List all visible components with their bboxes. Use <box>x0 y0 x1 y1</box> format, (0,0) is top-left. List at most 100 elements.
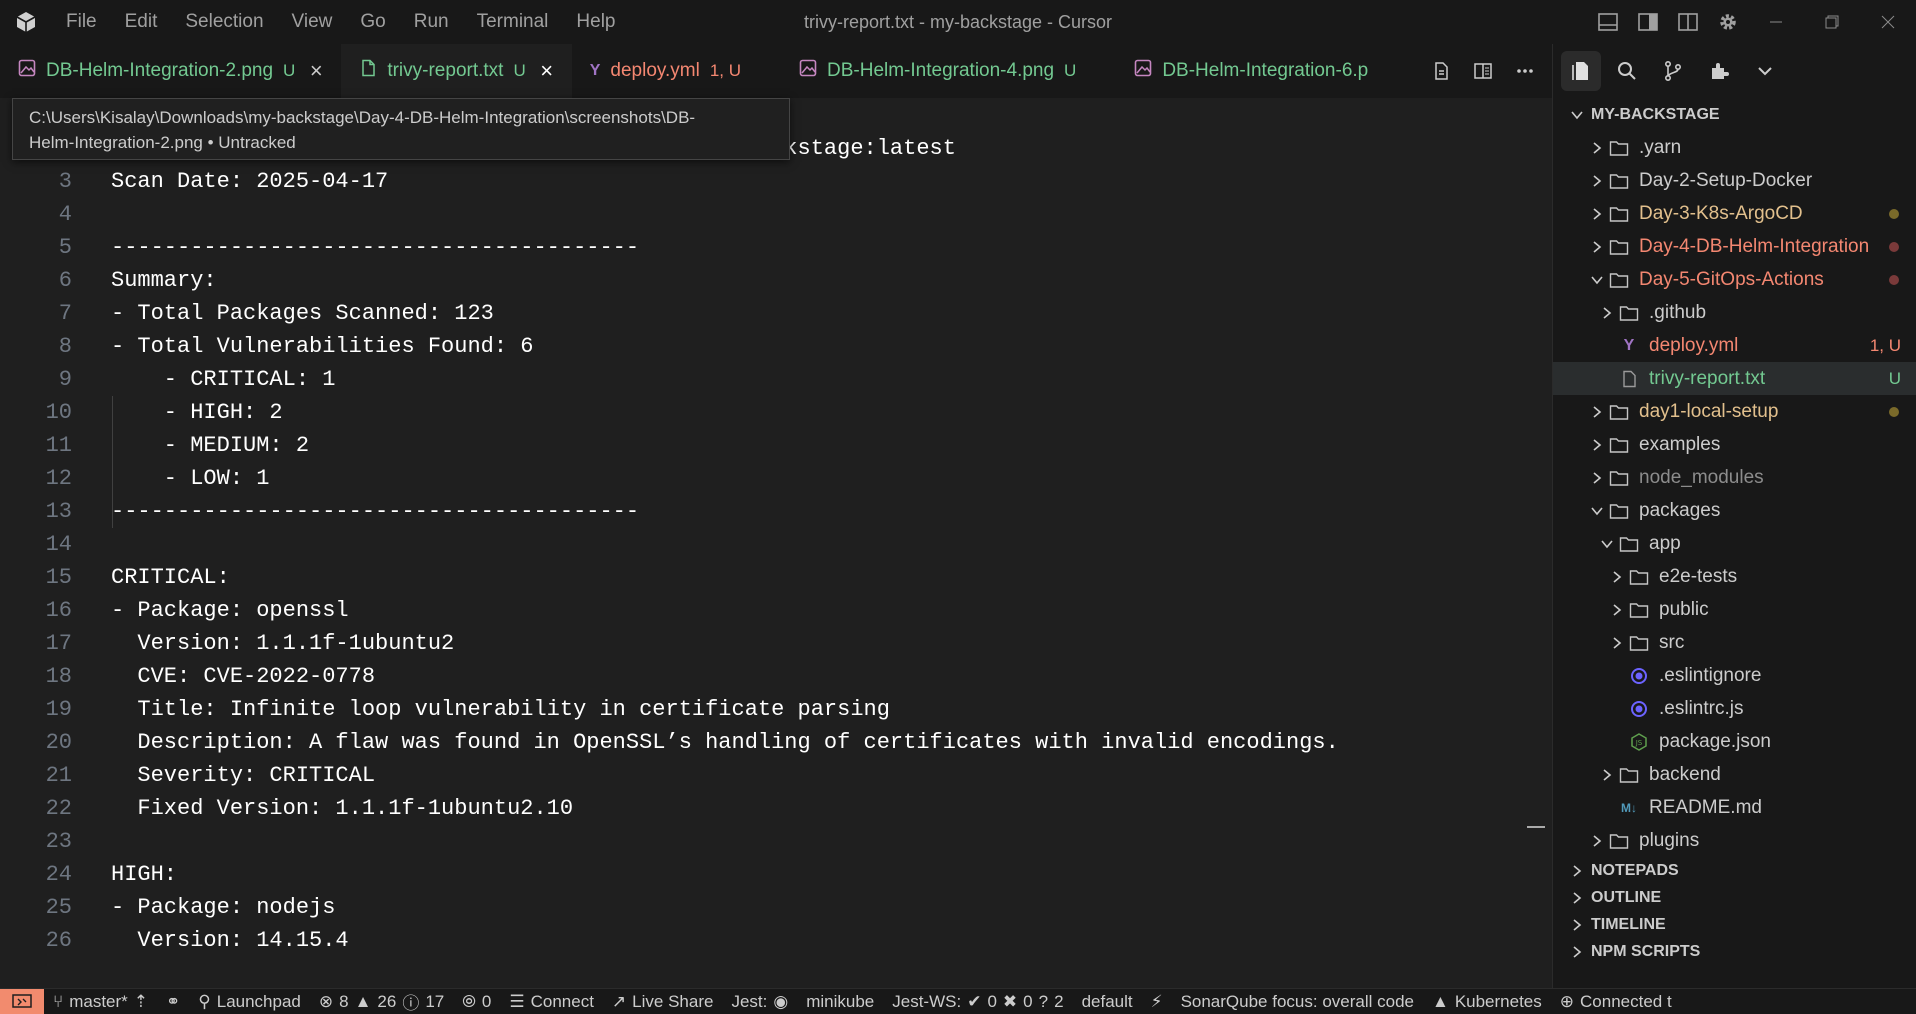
tree-folder[interactable]: src <box>1553 626 1916 659</box>
code-line[interactable]: 17 Version: 1.1.1f-1ubuntu2 <box>0 627 1552 660</box>
tree-file[interactable]: trivy-report.txt U <box>1553 362 1916 395</box>
bolt-status[interactable]: ⚡ <box>1142 989 1172 1014</box>
code-line[interactable]: 24 HIGH: <box>0 858 1552 891</box>
menu-selection[interactable]: Selection <box>171 0 277 44</box>
code-line[interactable]: 25 - Package: nodejs <box>0 891 1552 924</box>
code-line[interactable]: 7 - Total Packages Scanned: 123 <box>0 297 1552 330</box>
tree-folder[interactable]: Day-2-Setup-Docker <box>1553 164 1916 197</box>
code-line[interactable]: 19 Title: Infinite loop vulnerability in… <box>0 693 1552 726</box>
code-line[interactable]: 15 CRITICAL: <box>0 561 1552 594</box>
menu-view[interactable]: View <box>278 0 347 44</box>
sonarqube-status[interactable]: SonarQube focus: overall code <box>1172 989 1423 1014</box>
code-line[interactable]: 18 CVE: CVE-2022-0778 <box>0 660 1552 693</box>
branch-status[interactable]: ⑂ master* ⇡ <box>44 989 157 1014</box>
editor-area[interactable]: 2Trivy Vulnerability Report for Image: b… <box>0 98 1552 988</box>
tree-folder[interactable]: day1-local-setup <box>1553 395 1916 428</box>
menu-terminal[interactable]: Terminal <box>463 0 563 44</box>
code-line[interactable]: 11 - MEDIUM: 2 <box>0 429 1552 462</box>
git-graph-status[interactable]: ⚭ <box>157 989 189 1014</box>
tree-folder[interactable]: plugins <box>1553 824 1916 857</box>
menu-go[interactable]: Go <box>346 0 399 44</box>
code-line[interactable]: 3 Scan Date: 2025-04-17 <box>0 165 1552 198</box>
code-line[interactable]: 22 Fixed Version: 1.1.1f-1ubuntu2.10 <box>0 792 1552 825</box>
tree-folder[interactable]: app <box>1553 527 1916 560</box>
line-number: 24 <box>45 862 72 887</box>
sidebar-section-timeline[interactable]: TIMELINE <box>1553 911 1916 938</box>
extensions-icon[interactable] <box>1699 51 1739 91</box>
code-line[interactable]: 10 - HIGH: 2 <box>0 396 1552 429</box>
tree-folder[interactable]: backend <box>1553 758 1916 791</box>
kubernetes-status[interactable]: ▲ Kubernetes <box>1423 989 1551 1014</box>
tab-trivy-report[interactable]: trivy-report.txt U × <box>341 44 572 98</box>
split-editor-icon[interactable] <box>1464 52 1502 90</box>
toggle-panel-left-icon[interactable] <box>1588 0 1628 44</box>
minikube-status[interactable]: minikube <box>797 989 883 1014</box>
tree-folder[interactable]: e2e-tests <box>1553 560 1916 593</box>
minimize-icon[interactable] <box>1748 0 1804 44</box>
sidebar-section-outline[interactable]: OUTLINE <box>1553 884 1916 911</box>
code-line[interactable]: 6 Summary: <box>0 264 1552 297</box>
explorer-root-header[interactable]: MY-BACKSTAGE <box>1553 98 1916 131</box>
jest-ws-status[interactable]: Jest-WS: ✔ 0 ✖ 0 ? 2 <box>883 989 1072 1014</box>
close-window-icon[interactable] <box>1860 0 1916 44</box>
code-line[interactable]: 13 --------------------------------------… <box>0 495 1552 528</box>
code-line[interactable]: 21 Severity: CRITICAL <box>0 759 1552 792</box>
more-actions-icon[interactable] <box>1506 52 1544 90</box>
sidebar-section-notepads[interactable]: NOTEPADS <box>1553 857 1916 884</box>
open-changes-icon[interactable] <box>1422 52 1460 90</box>
launchpad-status[interactable]: ⚲ Launchpad <box>189 989 310 1014</box>
tree-file[interactable]: .eslintignore <box>1553 659 1916 692</box>
menu-file[interactable]: File <box>52 0 111 44</box>
code-line[interactable]: 5 ---------------------------------------… <box>0 231 1552 264</box>
ports-status[interactable]: ⦾ 0 <box>453 989 500 1014</box>
search-icon[interactable] <box>1607 51 1647 91</box>
tab-db-helm-integration-2[interactable]: DB-Helm-Integration-2.png U × <box>0 44 341 98</box>
code-line[interactable]: 12 - LOW: 1 <box>0 462 1552 495</box>
tab-db-helm-integration-6[interactable]: DB-Helm-Integration-6.p <box>1116 44 1382 98</box>
tree-file[interactable]: M↓ README.md <box>1553 791 1916 824</box>
code-line[interactable]: 23 <box>0 825 1552 858</box>
code-line[interactable]: 9 - CRITICAL: 1 <box>0 363 1552 396</box>
live-share-status[interactable]: ↗ Live Share <box>603 989 723 1014</box>
tree-folder[interactable]: .github <box>1553 296 1916 329</box>
code-line[interactable]: 26 Version: 14.15.4 <box>0 924 1552 957</box>
sidebar-section-npm-scripts[interactable]: NPM SCRIPTS <box>1553 938 1916 965</box>
chevron-down-icon[interactable] <box>1745 51 1785 91</box>
toggle-secondary-sidebar-icon[interactable] <box>1668 0 1708 44</box>
tree-folder[interactable]: Day-5-GitOps-Actions <box>1553 263 1916 296</box>
tree-folder[interactable]: packages <box>1553 494 1916 527</box>
toggle-sidebar-icon[interactable] <box>1628 0 1668 44</box>
tree-folder[interactable]: Day-4-DB-Helm-Integration <box>1553 230 1916 263</box>
tree-folder[interactable]: public <box>1553 593 1916 626</box>
tree-file[interactable]: Ydeploy.yml 1, U <box>1553 329 1916 362</box>
menu-run[interactable]: Run <box>400 0 463 44</box>
settings-gear-icon[interactable] <box>1708 0 1748 44</box>
tab-deploy-yml[interactable]: Y deploy.yml 1, U <box>572 44 781 98</box>
code-line[interactable]: 8 - Total Vulnerabilities Found: 6 <box>0 330 1552 363</box>
close-icon[interactable]: × <box>536 58 558 83</box>
jest-status[interactable]: Jest: ◉ <box>722 989 797 1014</box>
tree-folder[interactable]: Day-3-K8s-ArgoCD <box>1553 197 1916 230</box>
connect-status[interactable]: ☰ Connect <box>500 989 603 1014</box>
tab-db-helm-integration-4[interactable]: DB-Helm-Integration-4.png U <box>781 44 1116 98</box>
close-icon[interactable]: × <box>305 58 327 83</box>
restore-icon[interactable] <box>1804 0 1860 44</box>
problems-status[interactable]: ⊗ 8 ▲ 26 ⓘ 17 <box>310 989 453 1014</box>
menu-help[interactable]: Help <box>562 0 629 44</box>
code-line[interactable]: 16 - Package: openssl <box>0 594 1552 627</box>
tree-file[interactable]: .eslintrc.js <box>1553 692 1916 725</box>
cursor-logo-icon[interactable] <box>0 0 52 44</box>
default-status[interactable]: default <box>1073 989 1142 1014</box>
code-line[interactable]: 4 <box>0 198 1552 231</box>
menu-edit[interactable]: Edit <box>111 0 172 44</box>
remote-indicator-icon[interactable] <box>0 989 44 1014</box>
explorer-files-icon[interactable] <box>1561 51 1601 91</box>
tree-folder[interactable]: examples <box>1553 428 1916 461</box>
source-control-icon[interactable] <box>1653 51 1693 91</box>
tree-folder[interactable]: .yarn <box>1553 131 1916 164</box>
tree-file[interactable]: JS package.json <box>1553 725 1916 758</box>
connected-status[interactable]: ⊕ Connected t <box>1551 989 1681 1014</box>
code-line[interactable]: 20 Description: A flaw was found in Open… <box>0 726 1552 759</box>
tree-folder[interactable]: node_modules <box>1553 461 1916 494</box>
code-line[interactable]: 14 <box>0 528 1552 561</box>
